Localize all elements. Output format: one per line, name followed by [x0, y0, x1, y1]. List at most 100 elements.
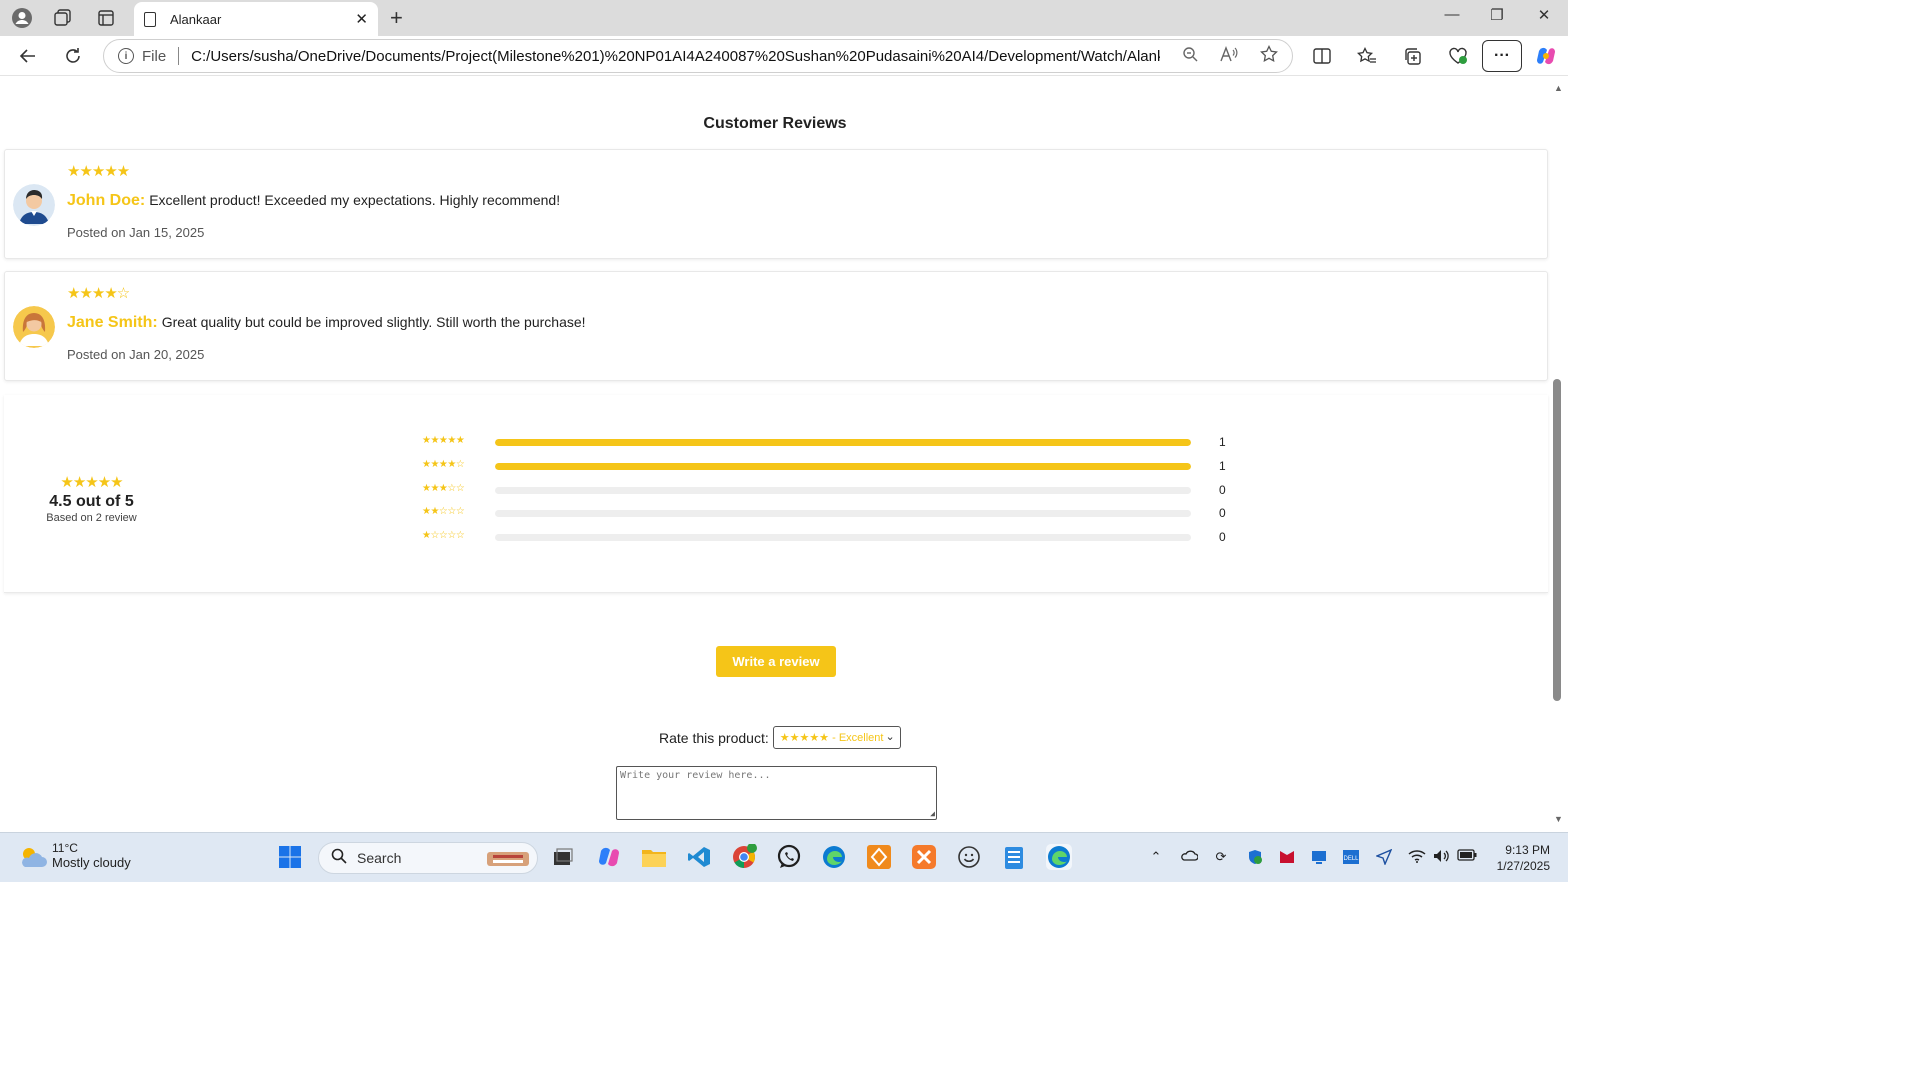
site-info-icon[interactable]: i — [118, 48, 134, 64]
scroll-up-icon[interactable]: ▲ — [1554, 83, 1563, 93]
workspaces-icon[interactable] — [51, 6, 75, 30]
rating-bar-row: ★★★☆☆ 0 — [422, 483, 1232, 497]
copilot-icon[interactable] — [1534, 44, 1558, 68]
rating-bar-row: ★☆☆☆☆ 0 — [422, 530, 1232, 544]
rating-bar-stars: ★☆☆☆☆ — [422, 530, 465, 541]
taskbar: 11°C Mostly cloudy Search ⌃ ⟳ DELL 9:13 … — [0, 832, 1568, 882]
average-stars: ★★★★★ — [60, 474, 123, 491]
review-line: Jane Smith: Great quality but could be i… — [67, 314, 586, 332]
zoom-icon[interactable] — [1182, 46, 1198, 66]
section-title: Customer Reviews — [703, 115, 847, 132]
rating-bar-row: ★★★★★ 1 — [422, 435, 1232, 449]
system-clock[interactable]: 9:13 PM 1/27/2025 — [1490, 842, 1550, 874]
edge-icon[interactable] — [821, 844, 847, 870]
restore-icon[interactable]: ❐ — [1485, 6, 1509, 24]
review-line: John Doe: Excellent product! Exceeded my… — [67, 192, 560, 210]
rating-summary: ★★★★★ 4.5 out of 5 Based on 2 review ★★★… — [4, 395, 1548, 593]
rating-bar-count: 0 — [1219, 530, 1226, 544]
rating-bar-track — [495, 534, 1191, 541]
review-date: Posted on Jan 20, 2025 — [67, 347, 205, 362]
browser-essentials-icon[interactable] — [1446, 44, 1470, 68]
display-icon[interactable] — [1309, 849, 1329, 868]
rate-label: Rate this product: — [659, 729, 769, 746]
windows-start-icon[interactable] — [277, 844, 303, 870]
avatar — [13, 306, 55, 348]
wifi-icon[interactable] — [1407, 849, 1427, 866]
rating-bar-track — [495, 487, 1191, 494]
notepad-icon[interactable] — [1001, 844, 1027, 870]
scroll-down-icon[interactable]: ▼ — [1554, 814, 1563, 824]
rating-bar-track — [495, 463, 1191, 470]
volume-icon[interactable] — [1432, 849, 1452, 866]
read-aloud-icon[interactable] — [1220, 46, 1238, 66]
edge-active-icon[interactable] — [1046, 844, 1072, 870]
address-bar[interactable]: i File C:/Users/susha/OneDrive/Documents… — [103, 39, 1293, 73]
dell-icon[interactable]: DELL — [1341, 849, 1361, 868]
new-tab-icon[interactable]: + — [390, 5, 403, 31]
address-toolbar: i File C:/Users/susha/OneDrive/Documents… — [0, 36, 1568, 76]
sync-icon[interactable]: ⟳ — [1211, 849, 1231, 865]
search-icon — [331, 848, 347, 869]
profile-icon[interactable] — [10, 6, 34, 30]
rating-bar-track — [495, 510, 1191, 517]
clock-date: 1/27/2025 — [1496, 859, 1550, 873]
location-icon[interactable] — [1374, 848, 1394, 868]
scrollbar-thumb[interactable] — [1553, 379, 1561, 701]
copilot-taskbar-icon[interactable] — [596, 844, 622, 870]
search-label: Search — [357, 850, 402, 866]
app-orange-icon[interactable] — [866, 844, 892, 870]
favorite-star-icon[interactable] — [1260, 44, 1278, 67]
reviewer-name: Jane Smith: — [67, 314, 158, 331]
tab-actions-icon[interactable] — [94, 6, 118, 30]
page-scrollbar[interactable]: ▲ ▼ — [1550, 77, 1568, 830]
tab-alankaar[interactable]: Alankaar ✕ — [134, 2, 378, 36]
close-tab-icon[interactable]: ✕ — [355, 10, 368, 28]
reviewer-name: John Doe: — [67, 192, 146, 209]
url-text[interactable]: C:/Users/susha/OneDrive/Documents/Projec… — [191, 48, 1160, 65]
rating-bar-row: ★★☆☆☆ 0 — [422, 506, 1232, 520]
weather-widget[interactable]: 11°C Mostly cloudy — [18, 841, 131, 871]
clock-time: 9:13 PM — [1505, 843, 1550, 857]
rating-bar-stars: ★★★★☆ — [422, 459, 465, 470]
review-card: ★★★★☆ Jane Smith: Great quality but coul… — [4, 271, 1548, 381]
whatsapp-icon[interactable] — [776, 844, 802, 870]
split-screen-icon[interactable] — [1310, 44, 1334, 68]
refresh-icon[interactable] — [61, 44, 85, 68]
rating-bar-fill — [495, 463, 1191, 470]
battery-icon[interactable] — [1457, 849, 1477, 864]
rating-bar-stars: ★★★★★ — [422, 435, 465, 446]
rating-bar-stars: ★★★☆☆ — [422, 483, 465, 494]
chevron-up-icon[interactable]: ⌃ — [1146, 849, 1166, 865]
task-view-icon[interactable] — [550, 844, 576, 870]
write-review-button[interactable]: Write a review — [716, 646, 836, 677]
close-window-icon[interactable]: ✕ — [1532, 6, 1556, 24]
taskbar-search[interactable]: Search — [318, 842, 538, 874]
file-explorer-icon[interactable] — [641, 844, 667, 870]
weather-temperature: 11°C — [52, 841, 78, 855]
url-scheme-label: File — [142, 47, 167, 65]
smiley-app-icon[interactable] — [956, 844, 982, 870]
rating-bar-row: ★★★★☆ 1 — [422, 459, 1232, 473]
average-value: 4.5 out of 5 — [49, 493, 134, 510]
rating-select[interactable]: ★★★★★ - Excellent ⌄ — [772, 726, 901, 749]
review-textarea[interactable]: Write your review here... ◢ — [616, 766, 937, 820]
onedrive-icon[interactable] — [1179, 849, 1199, 864]
favorites-icon[interactable] — [1355, 44, 1379, 68]
document-icon — [144, 11, 156, 27]
minimize-icon[interactable]: — — [1440, 6, 1464, 23]
back-arrow-icon[interactable] — [16, 44, 40, 68]
rating-bar-count: 1 — [1219, 435, 1226, 449]
page-viewport: Customer Reviews ★★★★★ John Doe: Excelle… — [0, 77, 1550, 830]
chrome-icon[interactable] — [731, 844, 757, 870]
rating-bar-fill — [495, 439, 1191, 446]
xampp-icon[interactable] — [911, 844, 937, 870]
more-options-button[interactable]: ··· — [1482, 40, 1522, 72]
review-textarea-placeholder: Write your review here... — [620, 770, 771, 781]
mcafee-icon[interactable] — [1277, 849, 1297, 868]
resize-grip-icon[interactable]: ◢ — [930, 809, 935, 818]
review-text: Excellent product! Exceeded my expectati… — [149, 192, 561, 208]
collections-icon[interactable] — [1400, 44, 1424, 68]
vscode-icon[interactable] — [686, 844, 712, 870]
security-shield-icon[interactable] — [1245, 849, 1265, 868]
chevron-down-icon: ⌄ — [885, 731, 895, 743]
